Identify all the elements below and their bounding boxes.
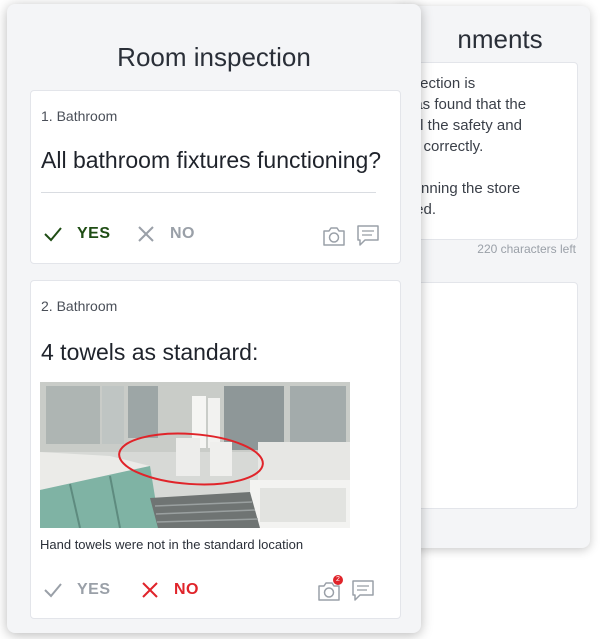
yes-button[interactable]: YES bbox=[43, 224, 111, 244]
comment-icon[interactable] bbox=[356, 224, 380, 246]
cross-icon bbox=[138, 226, 154, 242]
question-text: All bathroom fixtures functioning? bbox=[41, 147, 382, 173]
question-card: 2. Bathroom 4 towels as standard: Hand t… bbox=[30, 280, 401, 619]
check-icon bbox=[44, 583, 62, 598]
comment-text: nspection is l was found that the g all … bbox=[396, 75, 527, 218]
comments-panel: nments nspection is l was found that the… bbox=[395, 6, 590, 548]
question-text: 4 towels as standard: bbox=[41, 339, 259, 365]
divider bbox=[41, 192, 376, 193]
characters-left-counter: 220 characters left bbox=[477, 242, 576, 256]
no-button[interactable]: NO bbox=[136, 224, 195, 244]
question-label: 2. Bathroom bbox=[41, 298, 118, 314]
inspection-panel: Room inspection 1. Bathroom All bathroom… bbox=[7, 4, 421, 633]
photo-caption: Hand towels were not in the standard loc… bbox=[40, 537, 304, 552]
cross-icon bbox=[142, 582, 158, 598]
question-card: 1. Bathroom All bathroom fixtures functi… bbox=[30, 90, 401, 264]
question-label: 1. Bathroom bbox=[41, 108, 118, 124]
check-icon bbox=[44, 227, 62, 242]
comment-textarea[interactable]: nspection is l was found that the g all … bbox=[395, 62, 578, 240]
yes-label: YES bbox=[77, 581, 111, 598]
yes-label: YES bbox=[77, 225, 111, 242]
no-label: NO bbox=[174, 581, 199, 598]
photo-count-badge: 2 bbox=[333, 575, 343, 585]
comment-area-secondary[interactable] bbox=[395, 282, 578, 509]
yes-button[interactable]: YES bbox=[43, 580, 111, 600]
no-label: NO bbox=[170, 225, 195, 242]
comments-title: nments bbox=[457, 24, 543, 54]
page-title: Room inspection bbox=[117, 42, 311, 72]
bathroom-photo[interactable] bbox=[40, 382, 350, 528]
camera-icon[interactable] bbox=[322, 225, 346, 247]
no-button[interactable]: NO bbox=[140, 580, 199, 600]
comment-icon[interactable] bbox=[351, 579, 375, 601]
